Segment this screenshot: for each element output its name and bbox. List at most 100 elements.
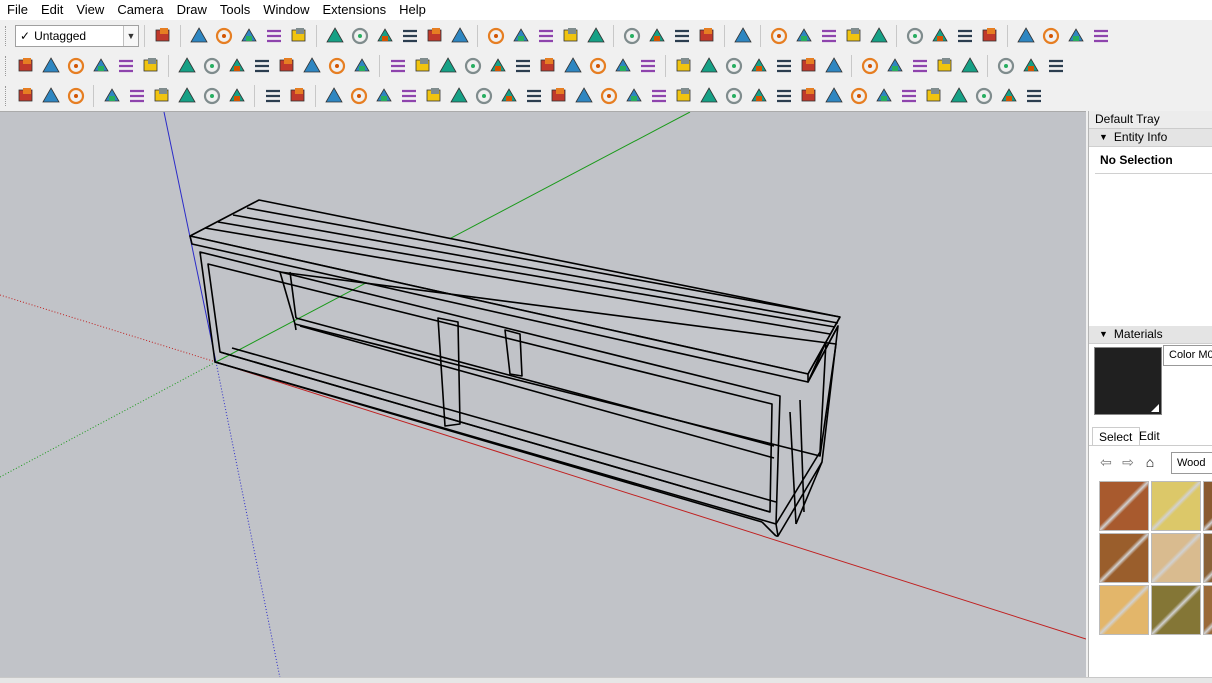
add-detail-tool-icon[interactable] bbox=[90, 55, 112, 77]
toolbar-grip[interactable] bbox=[5, 85, 9, 106]
back-view-icon[interactable] bbox=[868, 25, 890, 47]
paste-tool-icon[interactable] bbox=[612, 55, 634, 77]
from-contours-icon[interactable] bbox=[115, 55, 137, 77]
outer-shell-icon[interactable] bbox=[909, 55, 931, 77]
ramp-tool-icon[interactable] bbox=[973, 85, 995, 107]
layers-icon-icon[interactable] bbox=[65, 85, 87, 107]
front-view-icon[interactable] bbox=[818, 25, 840, 47]
back-arrow-icon[interactable]: ⇦ bbox=[1095, 451, 1117, 473]
right-view-icon[interactable] bbox=[929, 25, 951, 47]
tab-edit[interactable]: Edit bbox=[1139, 427, 1160, 445]
arc-tool-icon[interactable] bbox=[548, 85, 570, 107]
array-tool-icon[interactable] bbox=[898, 85, 920, 107]
hide-objects-icon[interactable] bbox=[798, 55, 820, 77]
redo-tool-icon[interactable] bbox=[537, 55, 559, 77]
erase-tool-icon[interactable] bbox=[637, 55, 659, 77]
materials-header[interactable]: ▼ Materials bbox=[1089, 326, 1212, 344]
trim-tool-icon[interactable] bbox=[995, 55, 1017, 77]
undo-tool-icon[interactable] bbox=[512, 55, 534, 77]
text-tool-icon[interactable] bbox=[485, 25, 507, 47]
lock-tool-icon[interactable] bbox=[748, 55, 770, 77]
axes-tool-icon[interactable] bbox=[387, 55, 409, 77]
bend-tool-icon[interactable] bbox=[798, 85, 820, 107]
paint-tool-icon[interactable] bbox=[487, 55, 509, 77]
intersect-faces-icon[interactable] bbox=[884, 55, 906, 77]
soften-edges-icon[interactable] bbox=[859, 55, 881, 77]
cloud-upload-icon-icon[interactable] bbox=[201, 85, 223, 107]
refresh-icon-icon[interactable] bbox=[40, 85, 62, 107]
extrude-tool-icon[interactable] bbox=[648, 85, 670, 107]
unhide-objects-icon[interactable] bbox=[823, 55, 845, 77]
bench-model[interactable] bbox=[189, 199, 841, 537]
fillet-tool-icon[interactable] bbox=[598, 85, 620, 107]
union-tool-icon[interactable] bbox=[934, 55, 956, 77]
layer-manager-icon[interactable] bbox=[1045, 55, 1067, 77]
protractor-tool-icon[interactable] bbox=[412, 55, 434, 77]
menu-file[interactable]: File bbox=[0, 0, 34, 20]
circle-tool-icon[interactable] bbox=[326, 55, 348, 77]
arc-tool-icon[interactable] bbox=[276, 55, 298, 77]
eraser-tool-icon[interactable] bbox=[188, 25, 210, 47]
column-tool-icon[interactable] bbox=[998, 85, 1020, 107]
pipe-tool-icon[interactable] bbox=[473, 85, 495, 107]
xray-face-icon[interactable] bbox=[201, 55, 223, 77]
follow-me-tool-icon[interactable] bbox=[349, 25, 371, 47]
toolbar-grip[interactable] bbox=[5, 55, 9, 76]
viewport-canvas[interactable] bbox=[0, 112, 1086, 678]
unlock-tool-icon[interactable] bbox=[773, 55, 795, 77]
menu-window[interactable]: Window bbox=[256, 0, 315, 20]
sandbox-tool-icon[interactable] bbox=[732, 25, 754, 47]
push-pull-tool-icon[interactable] bbox=[324, 25, 346, 47]
menu-draw[interactable]: Draw bbox=[170, 0, 213, 20]
dimension-tool-icon[interactable] bbox=[437, 55, 459, 77]
shaded-style-icon[interactable] bbox=[1015, 25, 1037, 47]
material-swatch[interactable] bbox=[1203, 481, 1212, 531]
menu-tools[interactable]: Tools bbox=[213, 0, 256, 20]
menu-camera[interactable]: Camera bbox=[110, 0, 169, 20]
top-view-icon[interactable] bbox=[843, 25, 865, 47]
menu-view[interactable]: View bbox=[69, 0, 110, 20]
explode-tool-icon[interactable] bbox=[723, 55, 745, 77]
cut-tool-icon[interactable] bbox=[673, 85, 695, 107]
subtract-tool-icon[interactable] bbox=[959, 55, 981, 77]
wall-tool-icon[interactable] bbox=[1023, 85, 1045, 107]
add-location-icon[interactable] bbox=[1065, 25, 1087, 47]
select-tool-icon[interactable] bbox=[152, 25, 174, 47]
textured-style-icon[interactable] bbox=[1040, 25, 1062, 47]
collapse-triangle-icon[interactable]: ▼ bbox=[1099, 326, 1108, 343]
sphere-tool-icon[interactable] bbox=[498, 85, 520, 107]
box-tool-icon[interactable] bbox=[523, 85, 545, 107]
sweep-tool-icon[interactable] bbox=[748, 85, 770, 107]
rotate-tool-icon[interactable] bbox=[399, 25, 421, 47]
curve-tool-icon[interactable] bbox=[348, 85, 370, 107]
hide-tool-icon[interactable] bbox=[176, 55, 198, 77]
smoove-tool-icon[interactable] bbox=[40, 55, 62, 77]
lattice-tool-icon[interactable] bbox=[923, 85, 945, 107]
polygon-tool-icon[interactable] bbox=[351, 55, 373, 77]
copy-tool-icon[interactable] bbox=[587, 55, 609, 77]
paint-bucket-tool-icon[interactable] bbox=[510, 25, 532, 47]
walk-tool-icon[interactable] bbox=[560, 25, 582, 47]
material-swatch[interactable] bbox=[1151, 481, 1201, 531]
ramp-icon-icon[interactable] bbox=[151, 85, 173, 107]
menu-help[interactable]: Help bbox=[392, 0, 432, 20]
tab-select[interactable]: Select bbox=[1092, 427, 1140, 446]
add-icon-icon[interactable] bbox=[101, 85, 123, 107]
lasso-tool-icon[interactable] bbox=[423, 85, 445, 107]
orbit-tool-icon[interactable] bbox=[535, 25, 557, 47]
menu-edit[interactable]: Edit bbox=[34, 0, 69, 20]
chamfer-tool-icon[interactable] bbox=[623, 85, 645, 107]
info-icon-icon[interactable] bbox=[287, 85, 309, 107]
zoom-tool-icon[interactable] bbox=[585, 25, 607, 47]
section-plane-tool-icon[interactable] bbox=[696, 25, 718, 47]
toolbar-grip[interactable] bbox=[5, 25, 9, 46]
flip-tool-icon[interactable] bbox=[65, 55, 87, 77]
collapse-triangle-icon[interactable]: ▼ bbox=[1099, 129, 1108, 146]
current-material-swatch[interactable] bbox=[1094, 347, 1162, 415]
material-swatch[interactable] bbox=[1099, 585, 1149, 635]
material-library-select[interactable]: Wood bbox=[1171, 452, 1212, 474]
extension-manager-icon[interactable] bbox=[15, 85, 37, 107]
material-swatch[interactable] bbox=[1151, 533, 1201, 583]
scale-model-icon[interactable] bbox=[1090, 25, 1112, 47]
mirror-tool-icon[interactable] bbox=[873, 85, 895, 107]
